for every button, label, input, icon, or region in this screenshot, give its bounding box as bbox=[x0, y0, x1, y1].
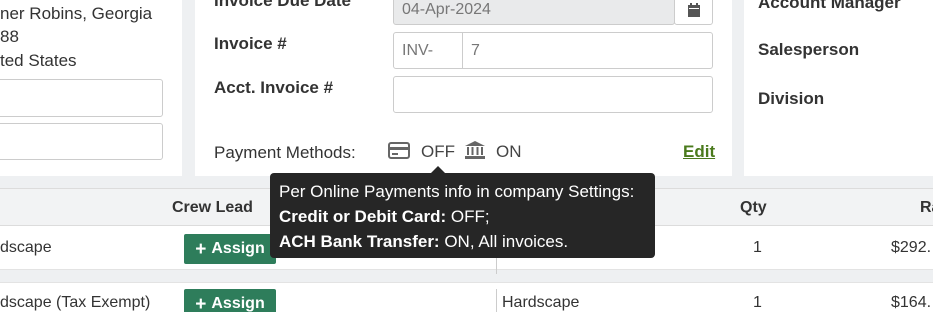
tooltip-line-2: Credit or Debit Card: OFF; bbox=[279, 204, 646, 229]
calendar-button[interactable] bbox=[674, 0, 713, 25]
address-line-1: ner Robins, Georgia bbox=[0, 4, 153, 23]
plus-icon: + bbox=[195, 293, 207, 312]
header-qty: Qty bbox=[740, 199, 767, 216]
address-line-2: 88 bbox=[0, 27, 19, 46]
credit-card-icon bbox=[388, 142, 410, 159]
invoice-due-date-value: 04-Apr-2024 bbox=[402, 0, 491, 18]
payment-methods-label: Payment Methods: bbox=[214, 143, 356, 162]
assign-crew-button[interactable]: + Assign bbox=[184, 289, 276, 312]
address-input-2[interactable] bbox=[0, 123, 163, 160]
row-2-name: dscape (Tax Exempt) bbox=[0, 294, 151, 311]
card-status: OFF bbox=[421, 142, 455, 161]
tooltip-bank-label: ACH Bank Transfer: bbox=[279, 232, 440, 251]
plus-icon: + bbox=[195, 238, 207, 260]
invoice-prefix-text: INV- bbox=[402, 41, 434, 59]
account-manager-label: Account Manager bbox=[758, 0, 901, 12]
assign-label: Assign bbox=[211, 240, 265, 257]
tooltip-card-value: OFF; bbox=[446, 207, 490, 226]
invoice-number-prefix: INV- bbox=[393, 32, 463, 69]
tooltip-line-1: Per Online Payments info in company Sett… bbox=[279, 182, 635, 201]
tooltip-line-3: ACH Bank Transfer: ON, All invoices. bbox=[279, 229, 646, 254]
bank-icon bbox=[465, 141, 485, 159]
invoice-number-input[interactable]: 7 bbox=[462, 32, 713, 69]
calendar-icon bbox=[687, 2, 700, 17]
assign-crew-button[interactable]: + Assign bbox=[184, 234, 276, 264]
assign-label: Assign bbox=[211, 295, 265, 312]
payment-methods-tooltip: Per Online Payments info in company Sett… bbox=[270, 166, 655, 258]
salesperson-label: Salesperson bbox=[758, 40, 860, 59]
edit-payment-methods-link[interactable]: Edit bbox=[683, 142, 715, 162]
tooltip-bank-value: ON, All invoices. bbox=[439, 232, 569, 251]
address-line-3: ted States bbox=[0, 51, 77, 70]
row-1-qty: 1 bbox=[753, 239, 762, 256]
bank-status: ON bbox=[496, 142, 522, 161]
invoice-due-date-label: Invoice Due Date bbox=[214, 0, 351, 10]
invoice-number-value: 7 bbox=[471, 41, 480, 59]
row-2-rate: $164. bbox=[891, 294, 932, 311]
row-1-name: dscape bbox=[0, 239, 52, 256]
invoice-due-date-field: 04-Apr-2024 bbox=[393, 0, 675, 25]
column-divider bbox=[496, 289, 497, 312]
acct-invoice-label: Acct. Invoice # bbox=[214, 78, 334, 97]
header-rate: Ra bbox=[920, 199, 933, 216]
account-info-card bbox=[744, 0, 933, 176]
invoice-number-label: Invoice # bbox=[214, 34, 287, 53]
address-input-1[interactable] bbox=[0, 79, 163, 117]
row-2-category: Hardscape bbox=[502, 294, 580, 311]
row-1-rate: $292. bbox=[891, 239, 932, 256]
acct-invoice-input[interactable] bbox=[393, 76, 713, 113]
invoice-page: ner Robins, Georgia 88 ted States Invoic… bbox=[0, 0, 933, 312]
tooltip-card-label: Credit or Debit Card: bbox=[279, 207, 447, 226]
header-crew-lead: Crew Lead bbox=[172, 199, 253, 216]
row-2-qty: 1 bbox=[753, 294, 762, 311]
tooltip-arrow bbox=[431, 166, 445, 173]
division-label: Division bbox=[758, 89, 825, 108]
